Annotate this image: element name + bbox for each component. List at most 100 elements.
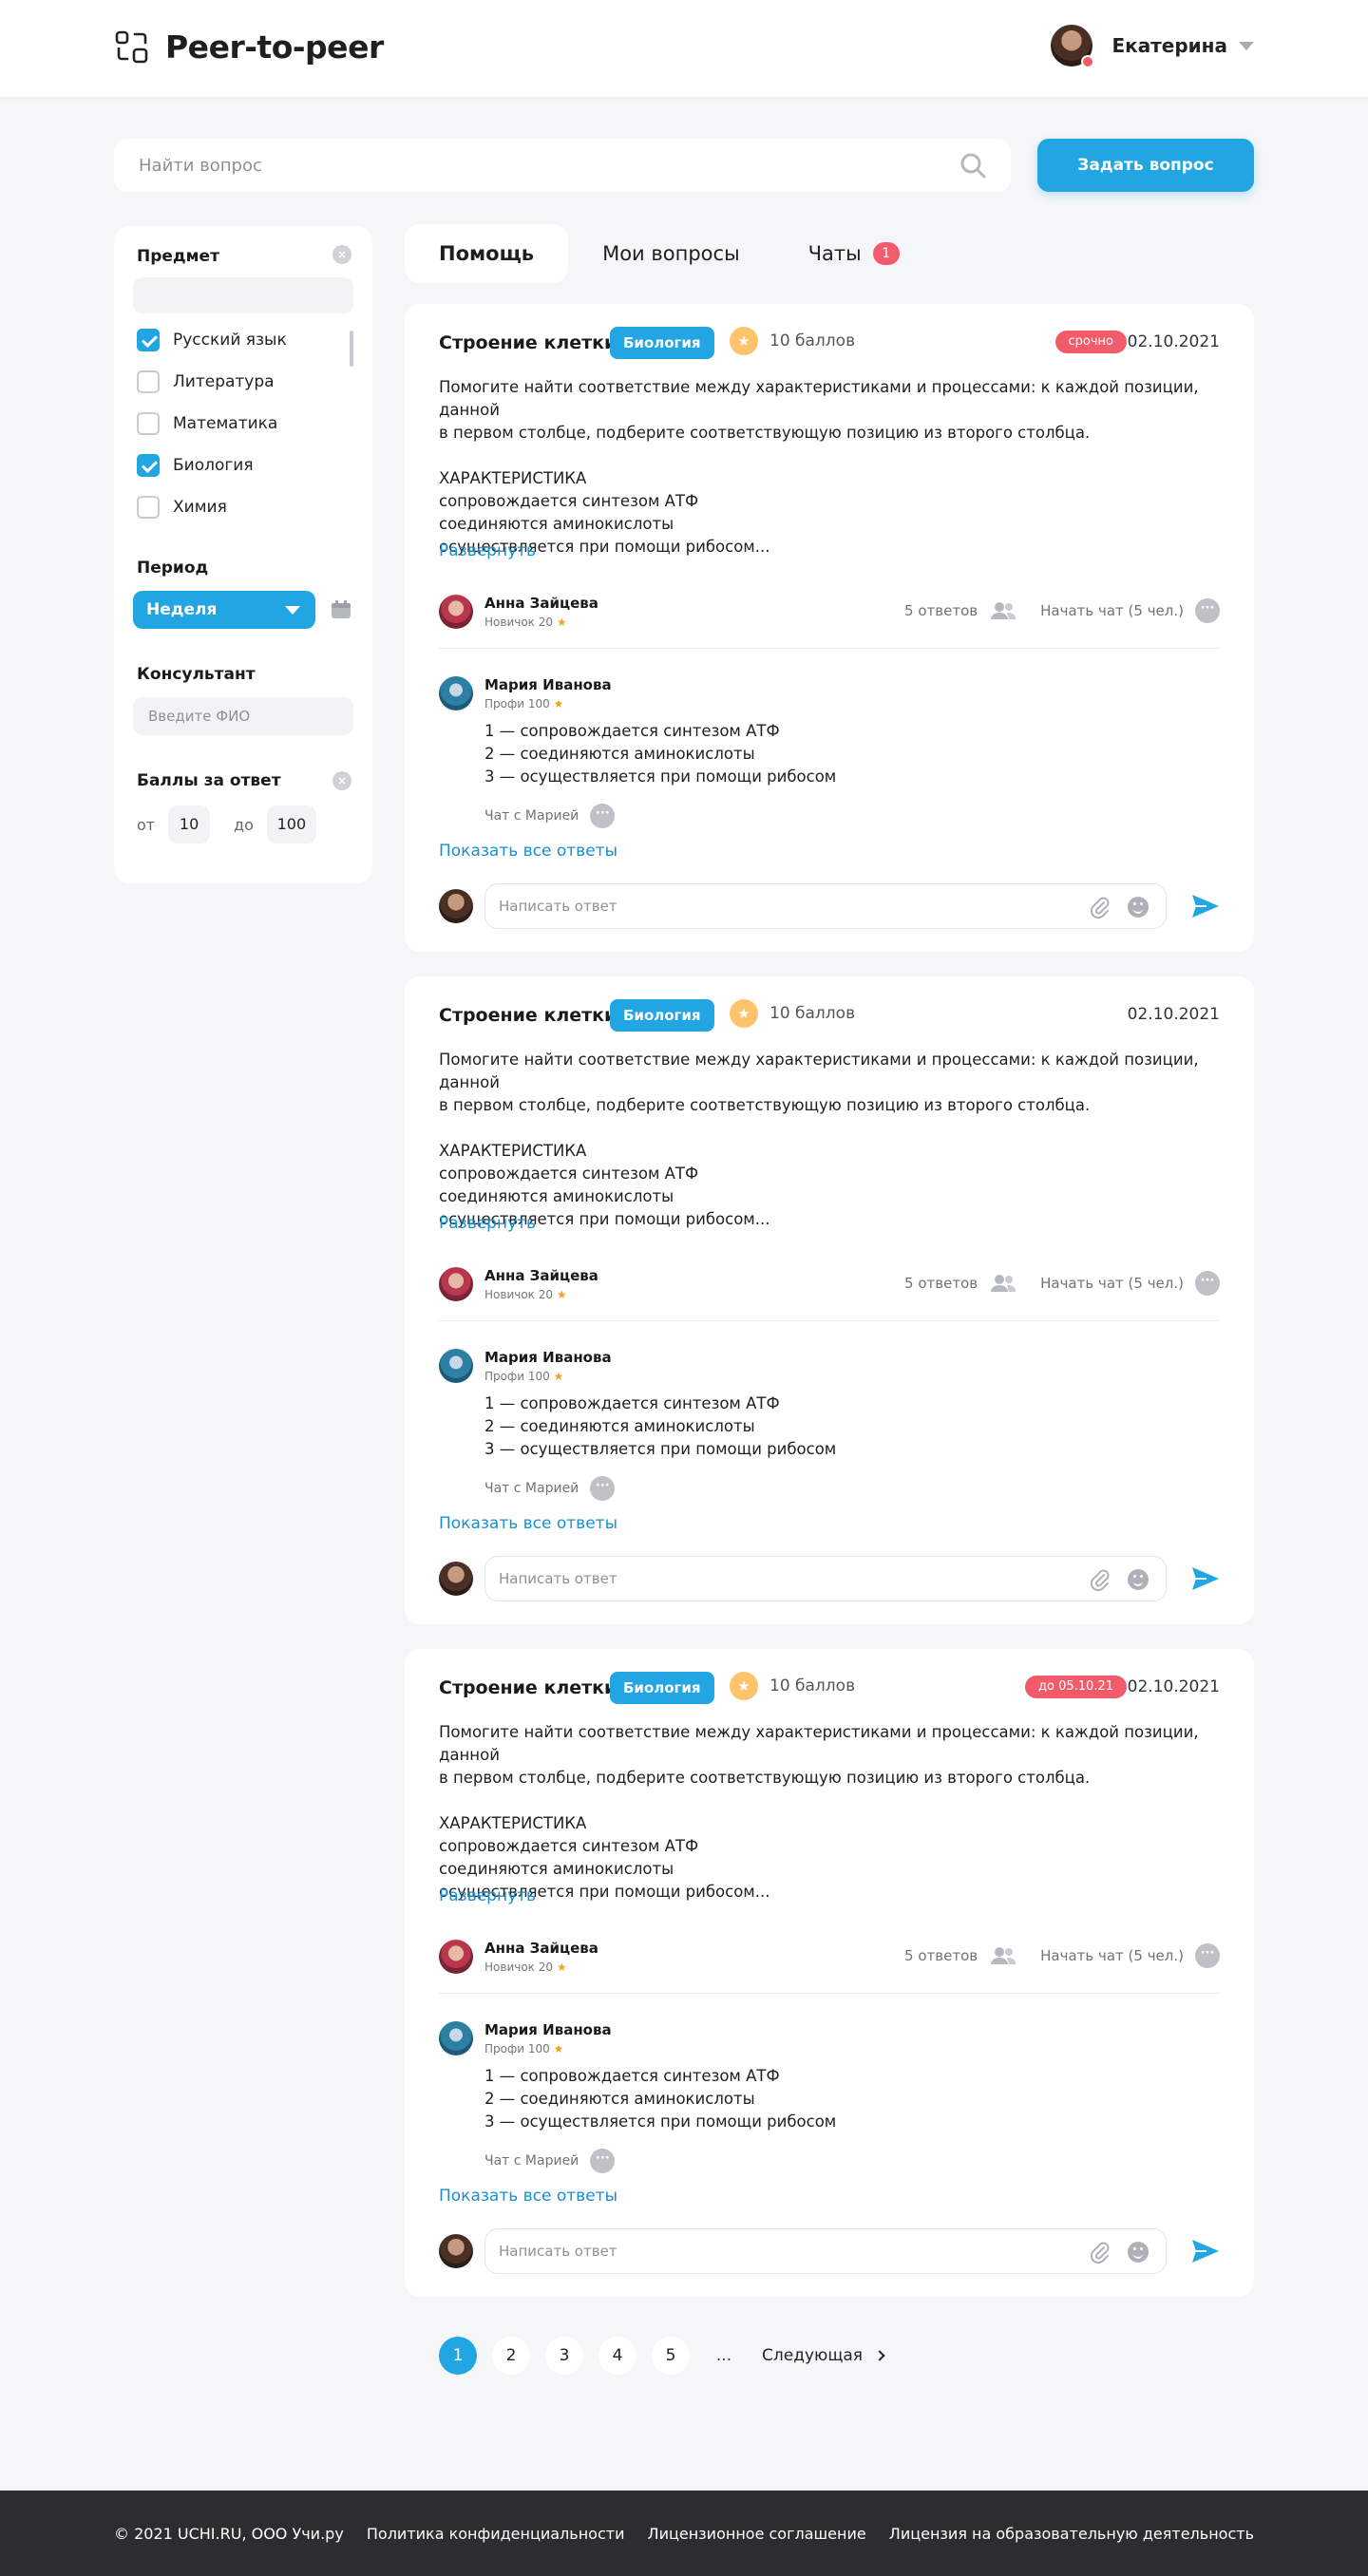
question-text: Помогите найти соответствие между характ… bbox=[439, 1723, 1199, 1901]
question-date: 02.10.2021 bbox=[1127, 332, 1220, 351]
chats-count-badge: 1 bbox=[872, 242, 900, 265]
send-icon[interactable] bbox=[1191, 1565, 1220, 1592]
chat-bubble-icon[interactable] bbox=[1195, 1271, 1220, 1296]
question-title[interactable]: Строение клетки bbox=[439, 1677, 617, 1698]
answer-author[interactable]: Мария Иванова Профи 100 ★ bbox=[439, 1349, 612, 1383]
question-card: Строение клетки Биология 10 баллов до 05… bbox=[405, 1649, 1254, 2297]
subject-tag: Биология bbox=[610, 999, 714, 1032]
reply-input[interactable] bbox=[499, 884, 1050, 928]
author-name: Анна Зайцева bbox=[484, 595, 598, 612]
rank-star-icon: ★ bbox=[556, 1960, 567, 1974]
question-author[interactable]: Анна Зайцева Новичок 20 ★ bbox=[439, 1940, 598, 1974]
page-button[interactable]: 4 bbox=[598, 2337, 636, 2375]
start-chat-label[interactable]: Начать чат (5 чел.) bbox=[1040, 1275, 1184, 1292]
expand-link[interactable]: Развернуть bbox=[439, 541, 536, 560]
question-author[interactable]: Анна Зайцева Новичок 20 ★ bbox=[439, 595, 598, 629]
send-icon[interactable] bbox=[1191, 893, 1220, 919]
chat-with-answerer[interactable]: Чат с Марией bbox=[484, 2149, 616, 2173]
subject-search-input[interactable] bbox=[133, 277, 353, 313]
chat-bubble-icon[interactable] bbox=[1195, 598, 1220, 623]
emoji-icon[interactable] bbox=[1128, 897, 1149, 918]
checkbox[interactable] bbox=[137, 454, 160, 477]
footer-link-license-agreement[interactable]: Лицензионное соглашение bbox=[648, 2525, 866, 2543]
subject-label: Математика bbox=[173, 414, 278, 433]
points-to-input[interactable]: 100 bbox=[266, 805, 316, 843]
answer-author[interactable]: Мария Иванова Профи 100 ★ bbox=[439, 2021, 612, 2055]
page-button[interactable]: 1 bbox=[439, 2337, 477, 2375]
points-label: 10 баллов bbox=[770, 331, 856, 350]
subject-list-scrollbar[interactable] bbox=[350, 331, 353, 367]
calendar-icon[interactable] bbox=[331, 600, 352, 619]
chat-with-answerer[interactable]: Чат с Марией bbox=[484, 1476, 616, 1501]
my-avatar bbox=[439, 1562, 473, 1596]
reply-box bbox=[484, 883, 1167, 929]
page-button[interactable]: 3 bbox=[545, 2337, 583, 2375]
show-all-answers-link[interactable]: Показать все ответы bbox=[439, 1514, 618, 1533]
search-input[interactable] bbox=[139, 155, 960, 176]
reply-box bbox=[484, 1556, 1167, 1601]
period-select[interactable]: Неделя bbox=[133, 591, 315, 629]
start-chat-label[interactable]: Начать чат (5 чел.) bbox=[1040, 1947, 1184, 1964]
subject-filter-title: Предмет bbox=[137, 247, 219, 266]
reply-input[interactable] bbox=[499, 1557, 1050, 1601]
search-icon[interactable] bbox=[960, 152, 986, 179]
chat-bubble-icon[interactable] bbox=[1195, 1943, 1220, 1968]
users-icon bbox=[991, 601, 1016, 620]
points-reward: 10 баллов bbox=[730, 1672, 855, 1700]
clear-points-icon[interactable]: × bbox=[332, 771, 352, 790]
emoji-icon[interactable] bbox=[1128, 2242, 1149, 2263]
subject-option[interactable]: Математика bbox=[137, 412, 277, 435]
paperclip-icon[interactable] bbox=[1090, 1568, 1111, 1592]
subject-option[interactable]: Химия bbox=[137, 496, 227, 519]
divider bbox=[439, 648, 1220, 649]
consultant-filter-title: Консультант bbox=[137, 665, 256, 684]
notification-dot bbox=[1081, 55, 1095, 68]
checkbox[interactable] bbox=[137, 329, 160, 351]
subject-option[interactable]: Русский язык bbox=[137, 329, 287, 351]
question-author[interactable]: Анна Зайцева Новичок 20 ★ bbox=[439, 1267, 598, 1301]
start-chat-label[interactable]: Начать чат (5 чел.) bbox=[1040, 602, 1184, 619]
paperclip-icon[interactable] bbox=[1090, 2241, 1111, 2264]
subject-label: Биология bbox=[173, 456, 254, 475]
footer-link-education-license[interactable]: Лицензия на образовательную деятельность bbox=[889, 2525, 1254, 2543]
emoji-icon[interactable] bbox=[1128, 1569, 1149, 1590]
answerer-name: Мария Иванова bbox=[484, 676, 612, 693]
reply-input[interactable] bbox=[499, 2229, 1050, 2273]
checkbox[interactable] bbox=[137, 412, 160, 435]
footer-link-privacy[interactable]: Политика конфиденциальности bbox=[367, 2525, 625, 2543]
answer-author[interactable]: Мария Иванова Профи 100 ★ bbox=[439, 676, 612, 710]
user-menu[interactable]: Екатерина bbox=[1051, 25, 1254, 68]
question-title[interactable]: Строение клетки bbox=[439, 332, 617, 353]
tab-help[interactable]: Помощь bbox=[405, 224, 569, 283]
ask-question-button[interactable]: Задать вопрос bbox=[1037, 139, 1254, 192]
chat-with-answerer[interactable]: Чат с Марией bbox=[484, 804, 616, 828]
clear-subject-icon[interactable]: × bbox=[332, 245, 352, 264]
page-button[interactable]: 5 bbox=[652, 2337, 690, 2375]
expand-link[interactable]: Развернуть bbox=[439, 1886, 536, 1905]
question-meta: 5 ответов Начать чат (5 чел.) bbox=[904, 598, 1220, 623]
subject-option[interactable]: Литература bbox=[137, 370, 275, 393]
subject-option[interactable]: Биология bbox=[137, 454, 254, 477]
question-title[interactable]: Строение клетки bbox=[439, 1005, 617, 1026]
author-name: Анна Зайцева bbox=[484, 1267, 598, 1284]
points-from-input[interactable]: 10 bbox=[168, 805, 211, 843]
expand-link[interactable]: Развернуть bbox=[439, 1214, 536, 1233]
app-logo[interactable]: Peer-to-peer bbox=[114, 28, 384, 66]
tab-my-questions[interactable]: Мои вопросы bbox=[568, 224, 774, 283]
show-all-answers-link[interactable]: Показать все ответы bbox=[439, 842, 618, 861]
consultant-name-input[interactable] bbox=[133, 697, 353, 735]
checkbox[interactable] bbox=[137, 496, 160, 519]
next-page-button[interactable]: Следующая bbox=[762, 2346, 885, 2365]
send-icon[interactable] bbox=[1191, 2238, 1220, 2264]
user-name: Екатерина bbox=[1112, 34, 1227, 57]
answerer-avatar bbox=[439, 676, 473, 710]
paperclip-icon[interactable] bbox=[1090, 896, 1111, 919]
author-name: Анна Зайцева bbox=[484, 1940, 598, 1957]
checkbox[interactable] bbox=[137, 370, 160, 393]
page-button[interactable]: 2 bbox=[492, 2337, 530, 2375]
divider bbox=[439, 1993, 1220, 1994]
question-text: Помогите найти соответствие между характ… bbox=[439, 1051, 1199, 1228]
show-all-answers-link[interactable]: Показать все ответы bbox=[439, 2187, 618, 2206]
tab-chats[interactable]: Чаты 1 bbox=[774, 224, 934, 283]
divider bbox=[439, 1320, 1220, 1321]
